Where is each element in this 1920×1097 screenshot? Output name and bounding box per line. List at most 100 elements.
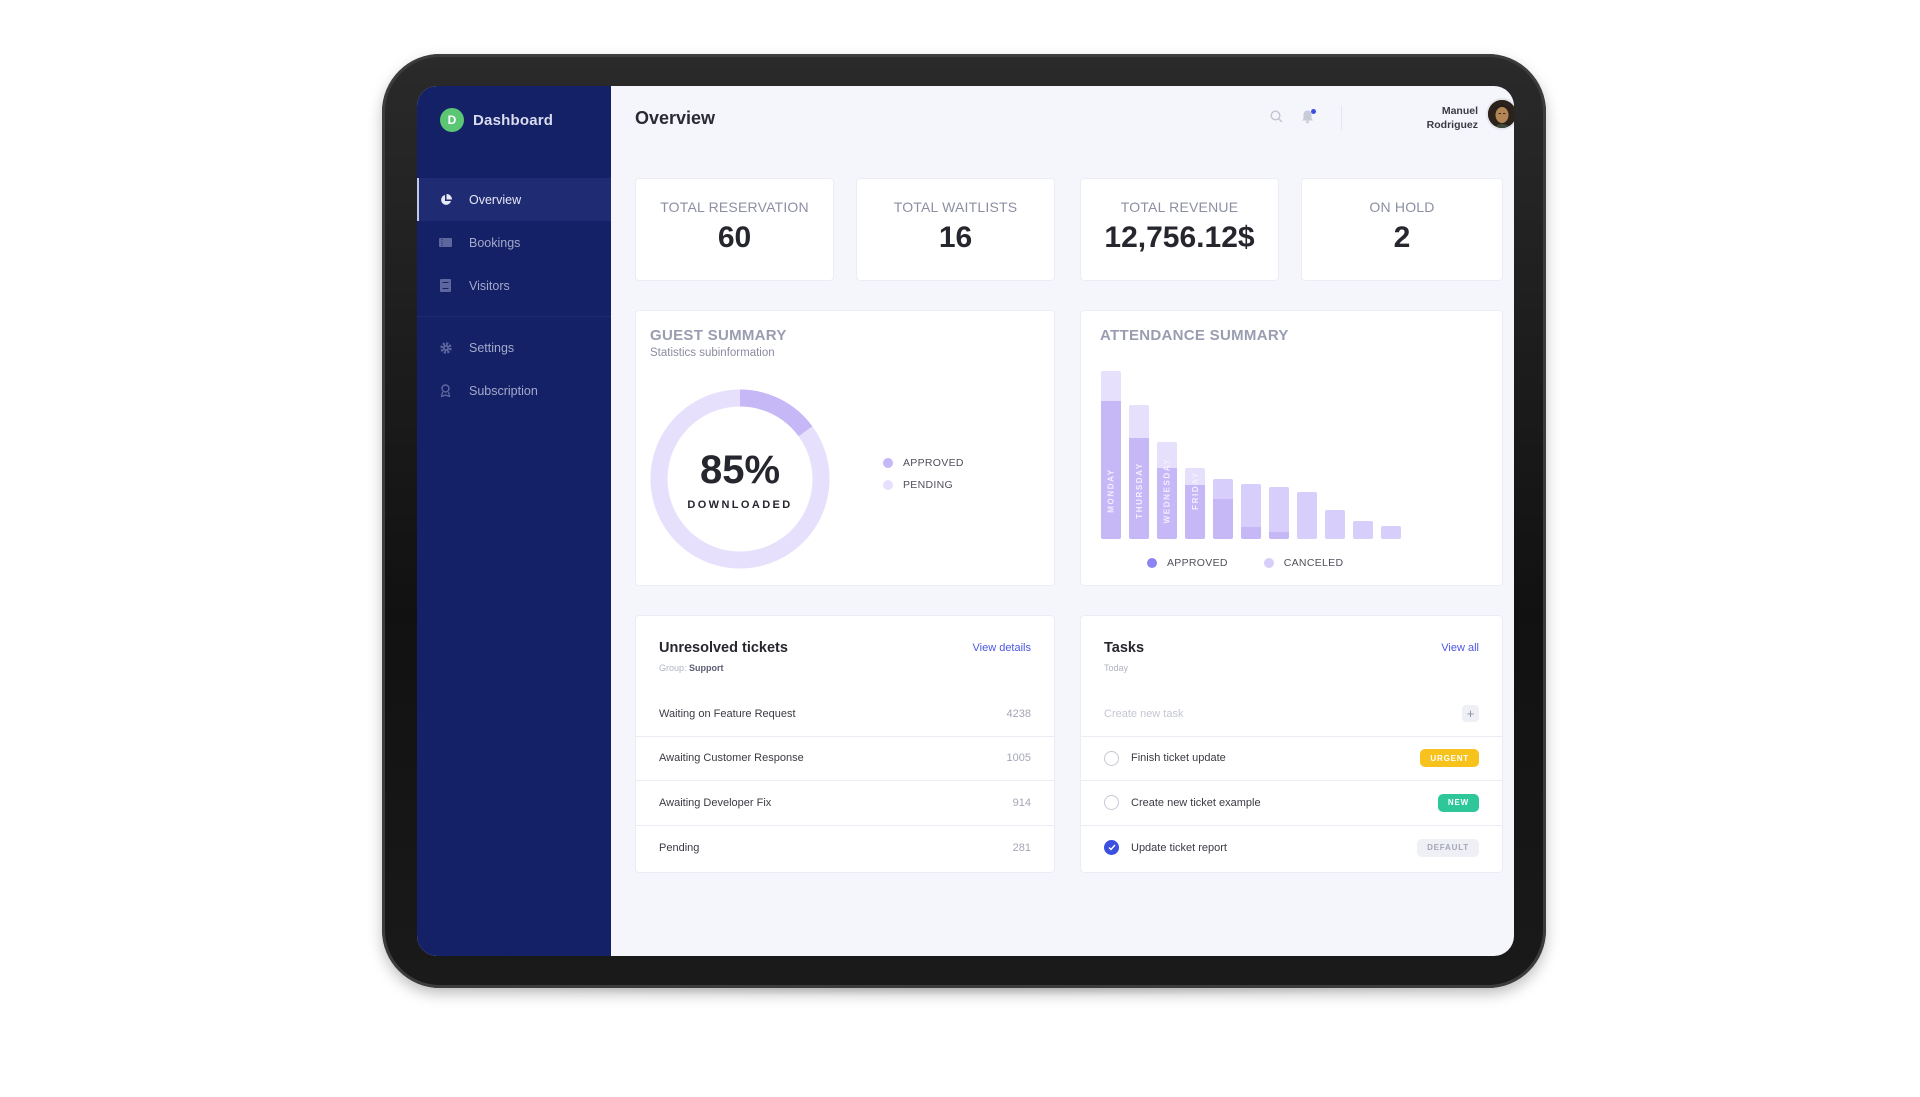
stat-value: 16 — [938, 221, 973, 254]
bar-thursday[interactable]: THURSDAY — [1129, 404, 1149, 539]
user-name[interactable]: Manuel Rodriguez — [1371, 104, 1478, 132]
group-value: Support — [689, 663, 724, 673]
donut-center: 85% DOWNLOADED — [648, 387, 832, 571]
guest-legend: APPROVED PENDING — [883, 457, 964, 491]
bar-segment-canceled — [1269, 486, 1289, 533]
bar-segment-approved — [1213, 498, 1233, 539]
sidebar-item-label: Subscription — [469, 383, 538, 398]
attendance-bar-chart: MONDAY THURSDAY WEDNESDAY FRIDAY — [1101, 371, 1421, 539]
bar-label-text: FRIDAY — [1190, 471, 1200, 510]
ticket-icon — [439, 236, 452, 249]
avatar[interactable] — [1486, 98, 1514, 130]
bar-segment-canceled — [1325, 510, 1345, 539]
bar-monday[interactable]: MONDAY — [1101, 371, 1121, 539]
stat-value: 60 — [717, 221, 752, 254]
plus-icon: + — [1466, 706, 1475, 722]
sidebar-item-settings[interactable]: Settings — [417, 326, 611, 369]
book-icon — [439, 279, 452, 292]
ticket-count: 914 — [1012, 796, 1031, 809]
search-icon[interactable] — [1270, 110, 1284, 124]
bar-label-text: WEDNESDAY — [1162, 457, 1172, 524]
task-checkbox[interactable] — [1104, 795, 1119, 811]
sidebar-item-bookings[interactable]: Bookings — [417, 221, 611, 264]
ticket-label: Awaiting Developer Fix — [659, 796, 772, 809]
user-first-name: Manuel — [1441, 105, 1478, 117]
bar-day-7[interactable] — [1269, 486, 1289, 539]
stat-label: TOTAL WAITLISTS — [893, 199, 1018, 215]
task-row: Finish ticket update URGENT — [1081, 737, 1502, 781]
group-label: Group: — [659, 663, 687, 673]
bar-segment-canceled — [1101, 371, 1121, 402]
sidebar-item-visitors[interactable]: Visitors — [417, 264, 611, 307]
new-task-input[interactable]: Create new task — [1104, 708, 1183, 720]
legend-dot — [883, 480, 893, 490]
sidebar-item-subscription[interactable]: Subscription — [417, 369, 611, 412]
legend-label: APPROVED — [1167, 557, 1228, 569]
sidebar-item-label: Overview — [469, 192, 522, 207]
bar-day-11[interactable] — [1381, 525, 1401, 539]
attendance-legend: APPROVED CANCELED — [1147, 557, 1343, 569]
bar-day-5[interactable] — [1213, 478, 1233, 539]
legend-label: PENDING — [903, 479, 953, 491]
bar-wednesday[interactable]: WEDNESDAY — [1157, 441, 1177, 539]
task-checkbox-checked[interactable] — [1104, 840, 1119, 856]
guest-summary-title: GUEST SUMMARY — [650, 327, 787, 344]
ticket-row[interactable]: Pending 281 — [636, 826, 1054, 871]
notification-dot — [1311, 109, 1316, 114]
legend-item-pending: PENDING — [883, 479, 964, 491]
sidebar-item-overview[interactable]: Overview — [417, 178, 611, 221]
legend-label: APPROVED — [903, 457, 964, 469]
award-icon — [439, 384, 452, 397]
guest-summary-card: GUEST SUMMARY Statistics subinformation … — [635, 310, 1055, 586]
stat-card-total-revenue: TOTAL REVENUE 12,756.12$ — [1080, 178, 1279, 281]
brand[interactable]: D Dashboard — [440, 108, 553, 132]
donut-percent: 85% — [699, 447, 781, 492]
ticket-label: Awaiting Customer Response — [659, 752, 804, 765]
bar-label: FRIDAY — [1185, 468, 1205, 531]
bell-icon[interactable] — [1301, 109, 1316, 125]
bar-day-9[interactable] — [1325, 510, 1345, 539]
attendance-summary-card: ATTENDANCE SUMMARY MONDAY THURSDAY WEDNESD… — [1080, 310, 1503, 586]
new-task-row: Create new task + — [1081, 692, 1502, 737]
ticket-row[interactable]: Awaiting Developer Fix 914 — [636, 781, 1054, 826]
legend-dot — [1263, 558, 1274, 568]
bar-day-6[interactable] — [1241, 483, 1261, 539]
ticket-row[interactable]: Awaiting Customer Response 1005 — [636, 737, 1054, 781]
tickets-list: Waiting on Feature Request 4238 Awaiting… — [636, 692, 1054, 870]
sidebar: D Dashboard Overview Bookings Visitors S… — [417, 86, 611, 956]
tasks-subtitle: Today — [1104, 663, 1129, 673]
bar-label-text: MONDAY — [1106, 468, 1116, 513]
task-label: Create new ticket example — [1131, 796, 1261, 809]
gear-icon — [439, 341, 452, 354]
ticket-label: Waiting on Feature Request — [659, 707, 796, 720]
ticket-count: 281 — [1012, 841, 1031, 854]
bar-friday[interactable]: FRIDAY — [1185, 468, 1205, 539]
app-screen: D Dashboard Overview Bookings Visitors S… — [417, 86, 1514, 956]
view-all-link[interactable]: View all — [1441, 642, 1479, 654]
bar-segment-canceled — [1353, 520, 1373, 539]
view-details-link[interactable]: View details — [973, 642, 1032, 654]
sidebar-nav: Overview Bookings Visitors Settings Subs… — [417, 178, 611, 412]
ticket-row[interactable]: Waiting on Feature Request 4238 — [636, 692, 1054, 737]
legend-item-approved: APPROVED — [1147, 557, 1228, 569]
add-task-button[interactable]: + — [1462, 705, 1479, 723]
task-badge-default: DEFAULT — [1417, 838, 1479, 857]
sidebar-divider — [417, 316, 611, 317]
task-label: Finish ticket update — [1131, 752, 1226, 765]
stat-label: TOTAL RESERVATION — [660, 199, 809, 215]
stat-value: 12,756.12$ — [1104, 221, 1255, 254]
bar-day-10[interactable] — [1353, 520, 1373, 539]
bar-day-8[interactable] — [1297, 491, 1317, 539]
stat-card-on-hold: ON HOLD 2 — [1301, 178, 1503, 281]
bar-segment-canceled — [1297, 491, 1317, 539]
task-badge-urgent: URGENT — [1420, 749, 1479, 768]
donut-caption: DOWNLOADED — [687, 498, 793, 511]
sidebar-item-label: Settings — [469, 340, 515, 355]
main-content: Overview Manuel Rodriguez TOTAL RESERVAT… — [611, 86, 1514, 956]
task-checkbox[interactable] — [1104, 750, 1119, 766]
checkmark-icon — [1108, 844, 1116, 851]
sidebar-item-label: Bookings — [469, 235, 521, 250]
bar-label: WEDNESDAY — [1157, 451, 1177, 531]
bar-segment-canceled — [1129, 404, 1149, 439]
bar-label: MONDAY — [1101, 451, 1121, 531]
